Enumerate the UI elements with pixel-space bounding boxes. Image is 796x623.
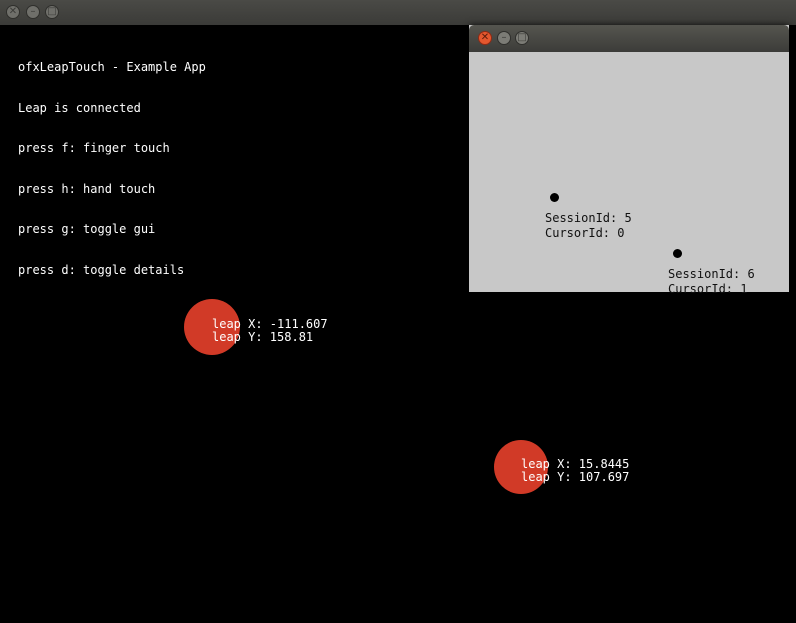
hint-finger-touch: press f: finger touch: [18, 141, 170, 155]
close-icon[interactable]: ✕: [6, 5, 20, 19]
app-title: ofxLeapTouch - Example App: [18, 60, 206, 74]
minimize-icon[interactable]: –: [26, 5, 40, 19]
gui-window-titlebar[interactable]: ✕ – □: [469, 25, 789, 52]
cursor-dot: [673, 249, 682, 258]
maximize-icon[interactable]: □: [45, 5, 59, 19]
cursor-dot: [550, 193, 559, 202]
hint-hand-touch: press h: hand touch: [18, 181, 156, 196]
session-id-label: SessionId: 5: [545, 211, 632, 225]
leap-y-label: leap Y: 107.697: [521, 470, 630, 484]
gui-window[interactable]: ✕ – □ SessionId: 5 CursorId: 0 SessionId…: [469, 25, 789, 296]
leap-y-label: leap Y: 158.81: [212, 330, 314, 344]
cursor-id-label: CursorId: 0: [545, 226, 625, 240]
maximize-icon[interactable]: □: [515, 31, 529, 45]
hint-toggle-details: press d: toggle details: [18, 262, 185, 277]
hint-toggle-gui: press g: toggle gui: [18, 222, 156, 236]
connection-status: Leap is connected: [18, 100, 141, 115]
gui-canvas[interactable]: SessionId: 5 CursorId: 0 SessionId: 6 Cu…: [469, 52, 789, 296]
session-id-label: SessionId: 6: [668, 267, 755, 281]
info-text: ofxLeapTouch - Example App Leap is conne…: [18, 34, 206, 291]
close-icon[interactable]: ✕: [478, 31, 492, 45]
cursor-id-label: CursorId: 1: [668, 282, 748, 296]
main-window-titlebar[interactable]: ✕ – □: [0, 0, 796, 25]
minimize-icon[interactable]: –: [497, 31, 511, 45]
